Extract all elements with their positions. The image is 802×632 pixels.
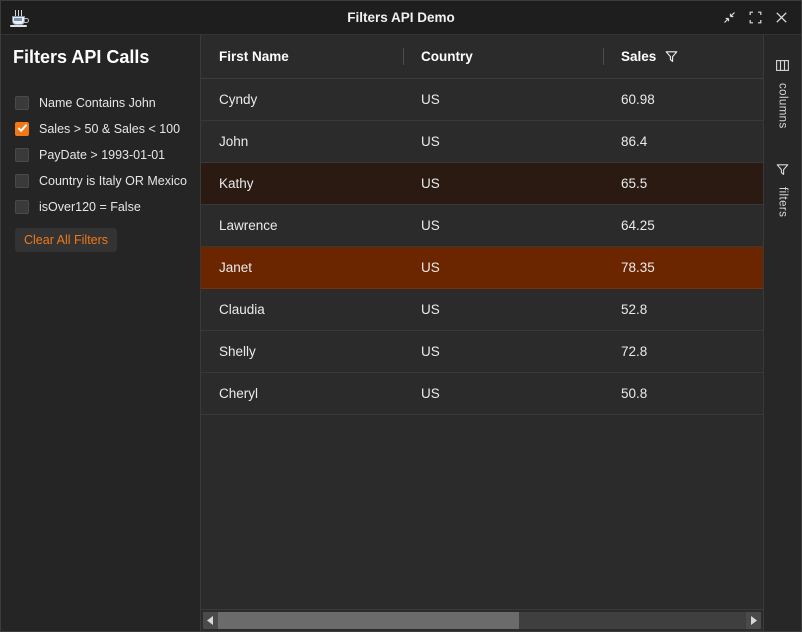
close-button[interactable]	[769, 6, 793, 30]
filter-label: Sales > 50 & Sales < 100	[39, 121, 181, 136]
table-row[interactable]: Kathy US 65.5	[201, 163, 763, 205]
collapse-button[interactable]	[717, 6, 741, 30]
tab-label: filters	[776, 186, 789, 217]
data-grid: First Name Country Sales Cyndy US 60.98 …	[201, 35, 764, 631]
column-header-country[interactable]: Country	[403, 35, 603, 78]
cell-country: US	[421, 344, 440, 359]
cell-country: US	[421, 260, 440, 275]
checkbox-unchecked-icon[interactable]	[15, 173, 29, 188]
cell-first-name: Lawrence	[219, 218, 278, 233]
cell-first-name: Kathy	[219, 176, 254, 191]
cell-sales: 60.98	[621, 92, 655, 107]
cell-sales: 64.25	[621, 218, 655, 233]
cell-sales: 52.8	[621, 302, 648, 317]
tab-filters[interactable]: filters	[776, 163, 789, 217]
tab-label: columns	[776, 83, 789, 129]
filter-item-sales-range[interactable]: Sales > 50 & Sales < 100	[1, 116, 200, 141]
scroll-left-arrow-icon[interactable]	[203, 612, 218, 629]
cell-country: US	[421, 302, 440, 317]
table-row[interactable]: Cheryl US 50.8	[201, 373, 763, 415]
cell-first-name: Shelly	[219, 344, 256, 359]
window-body: Filters API Calls Name Contains John Sal…	[1, 35, 801, 631]
filters-sidebar: Filters API Calls Name Contains John Sal…	[1, 35, 201, 631]
cell-country: US	[421, 92, 440, 107]
scroll-right-arrow-icon[interactable]	[746, 612, 761, 629]
funnel-icon[interactable]	[665, 50, 678, 63]
table-row[interactable]: Cyndy US 60.98	[201, 79, 763, 121]
cell-first-name: Cyndy	[219, 92, 258, 107]
filter-item-country[interactable]: Country is Italy OR Mexico	[1, 168, 200, 193]
checkbox-unchecked-icon[interactable]	[15, 95, 29, 110]
cell-sales: 50.8	[621, 386, 648, 401]
column-header-first-name[interactable]: First Name	[201, 35, 403, 78]
checkbox-unchecked-icon[interactable]	[15, 147, 29, 162]
title-bar: Filters API Demo	[1, 1, 801, 35]
cell-sales: 78.35	[621, 260, 655, 275]
horizontal-scrollbar[interactable]	[201, 609, 763, 631]
column-header-label: Sales	[621, 49, 657, 64]
cell-country: US	[421, 134, 440, 149]
cell-country: US	[421, 218, 440, 233]
scrollbar-track[interactable]	[218, 612, 746, 629]
filter-label: PayDate > 1993-01-01	[39, 147, 166, 162]
java-coffee-cup-icon	[7, 7, 33, 29]
cell-country: US	[421, 386, 440, 401]
columns-icon	[776, 59, 789, 77]
grid-body: Cyndy US 60.98 John US 86.4 Kathy US 65.…	[201, 79, 763, 609]
filter-label: Country is Italy OR Mexico	[39, 173, 187, 188]
scrollbar-thumb[interactable]	[218, 612, 519, 629]
funnel-icon	[776, 163, 789, 181]
filter-label: isOver120 = False	[39, 199, 141, 214]
table-row[interactable]: Janet US 78.35	[201, 247, 763, 289]
cell-first-name: Janet	[219, 260, 253, 275]
cell-sales: 86.4	[621, 134, 648, 149]
cell-country: US	[421, 176, 440, 191]
filter-item-name-contains-john[interactable]: Name Contains John	[1, 90, 200, 115]
column-header-label: First Name	[219, 49, 289, 64]
column-header-label: Country	[421, 49, 473, 64]
sidebar-title: Filters API Calls	[13, 47, 150, 67]
app-window: Filters API Demo Filters API Calls Name …	[0, 0, 802, 632]
table-row[interactable]: Lawrence US 64.25	[201, 205, 763, 247]
column-header-sales[interactable]: Sales	[603, 35, 763, 78]
filter-item-paydate[interactable]: PayDate > 1993-01-01	[1, 142, 200, 167]
filter-item-isover120[interactable]: isOver120 = False	[1, 194, 200, 219]
cell-sales: 72.8	[621, 344, 648, 359]
cell-first-name: John	[219, 134, 249, 149]
clear-all-filters-button[interactable]: Clear All Filters	[15, 228, 118, 252]
cell-first-name: Claudia	[219, 302, 265, 317]
window-controls	[717, 6, 801, 30]
filter-label: Name Contains John	[39, 95, 156, 110]
cell-first-name: Cheryl	[219, 386, 259, 401]
window-title: Filters API Demo	[347, 10, 455, 25]
checkbox-checked-icon[interactable]	[15, 121, 29, 136]
table-row[interactable]: Claudia US 52.8	[201, 289, 763, 331]
cell-sales: 65.5	[621, 176, 648, 191]
checkbox-unchecked-icon[interactable]	[15, 199, 29, 214]
table-row[interactable]: Shelly US 72.8	[201, 331, 763, 373]
tab-columns[interactable]: columns	[776, 59, 789, 129]
filter-list: Name Contains John Sales > 50 & Sales < …	[1, 90, 200, 219]
grid-header-row: First Name Country Sales	[201, 35, 763, 79]
side-tab-rail: columns filters	[764, 35, 801, 631]
maximize-button[interactable]	[743, 6, 767, 30]
table-row[interactable]: John US 86.4	[201, 121, 763, 163]
